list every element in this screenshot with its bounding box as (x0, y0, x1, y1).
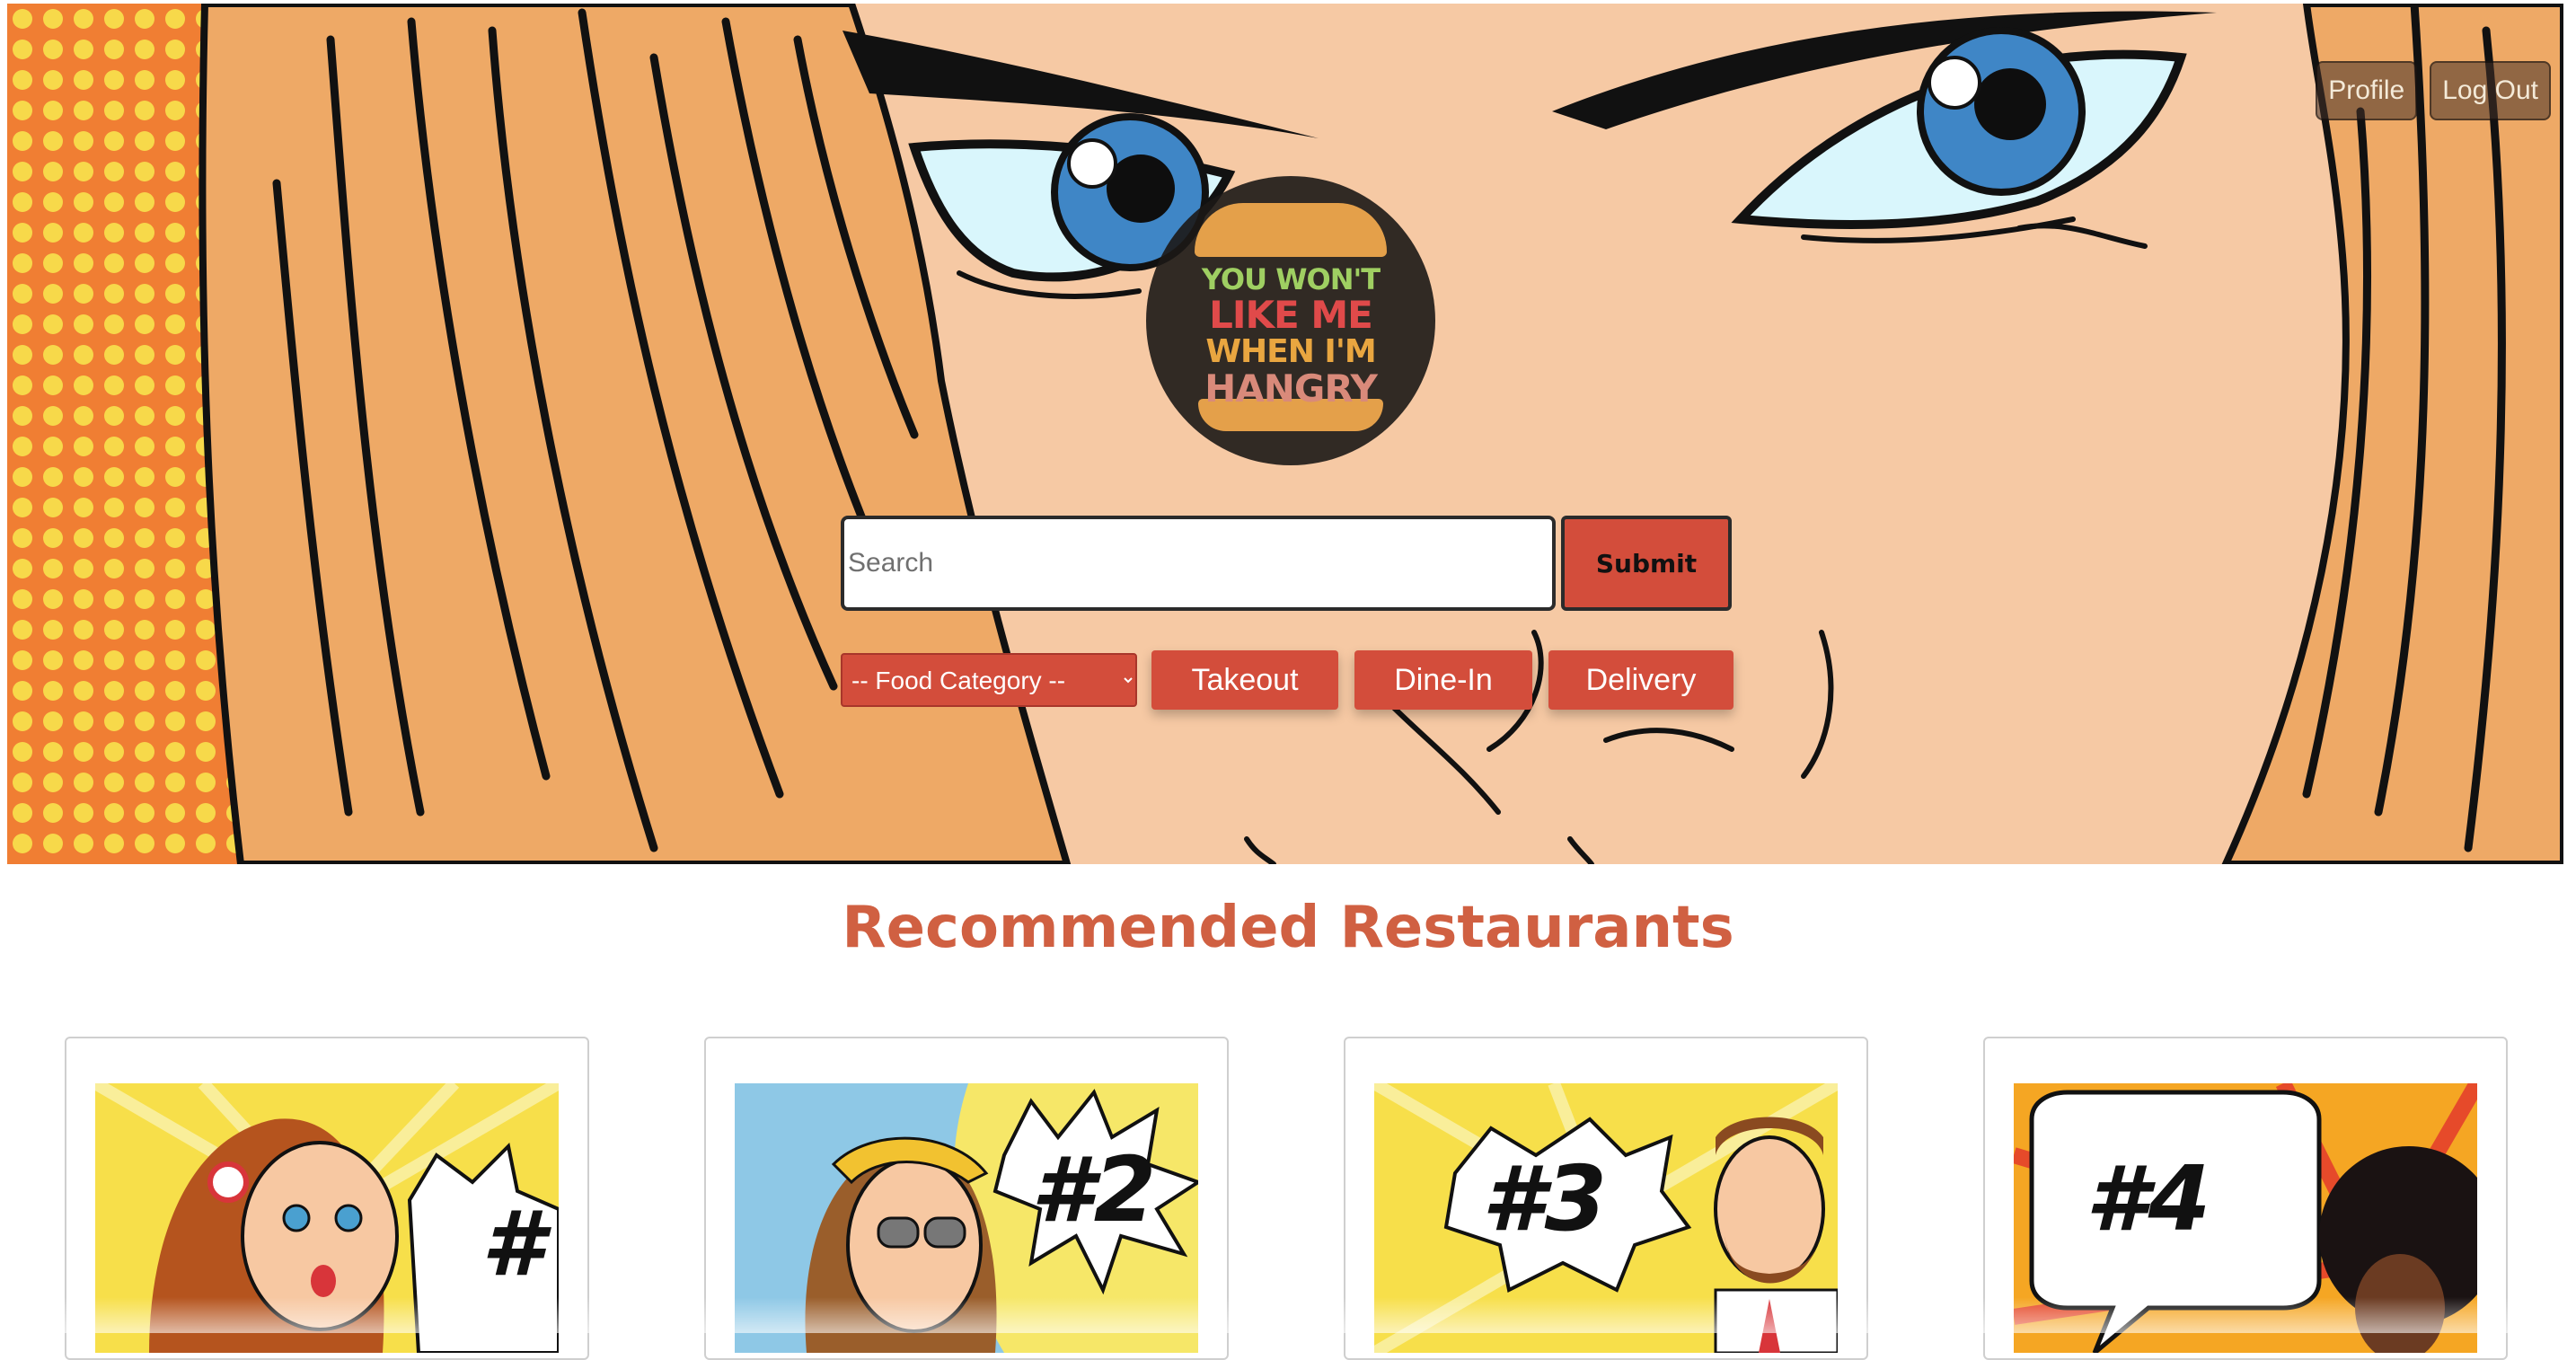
bottom-fade (0, 1297, 2576, 1333)
logo-line-1: YOU WON'T (1201, 262, 1381, 297)
restaurant-rank: # (481, 1191, 544, 1296)
search-input[interactable] (841, 516, 1556, 611)
takeout-button[interactable]: Takeout (1151, 650, 1338, 710)
hangry-logo: YOU WON'T LIKE ME WHEN I'M HANGRY (1146, 176, 1435, 465)
dine-in-button[interactable]: Dine-In (1354, 650, 1532, 710)
logo-line-4: HANGRY (1204, 366, 1378, 411)
logout-button[interactable]: Log Out (2430, 61, 2551, 120)
profile-button[interactable]: Profile (2316, 61, 2418, 120)
restaurant-rank: #2 (1031, 1137, 1157, 1242)
logo-line-3: WHEN I'M (1205, 332, 1376, 370)
section-title: Recommended Restaurants (842, 895, 1734, 961)
logo-line-2: LIKE ME (1209, 292, 1373, 337)
filter-bar: -- Food Category -- Takeout Dine-In Deli… (841, 650, 1734, 710)
delivery-button[interactable]: Delivery (1548, 650, 1734, 710)
restaurant-rank: #3 (1482, 1146, 1608, 1251)
burger-bun-top-icon (1195, 203, 1387, 257)
submit-button[interactable]: Submit (1561, 516, 1732, 611)
hero-banner: Profile Log Out YOU WON'T LIKE ME WHEN I… (7, 4, 2563, 864)
food-category-select[interactable]: -- Food Category -- (841, 653, 1137, 707)
restaurant-rank: #4 (2086, 1146, 2211, 1251)
top-nav: Profile Log Out (2316, 61, 2551, 120)
search-bar: Submit (841, 516, 1732, 611)
